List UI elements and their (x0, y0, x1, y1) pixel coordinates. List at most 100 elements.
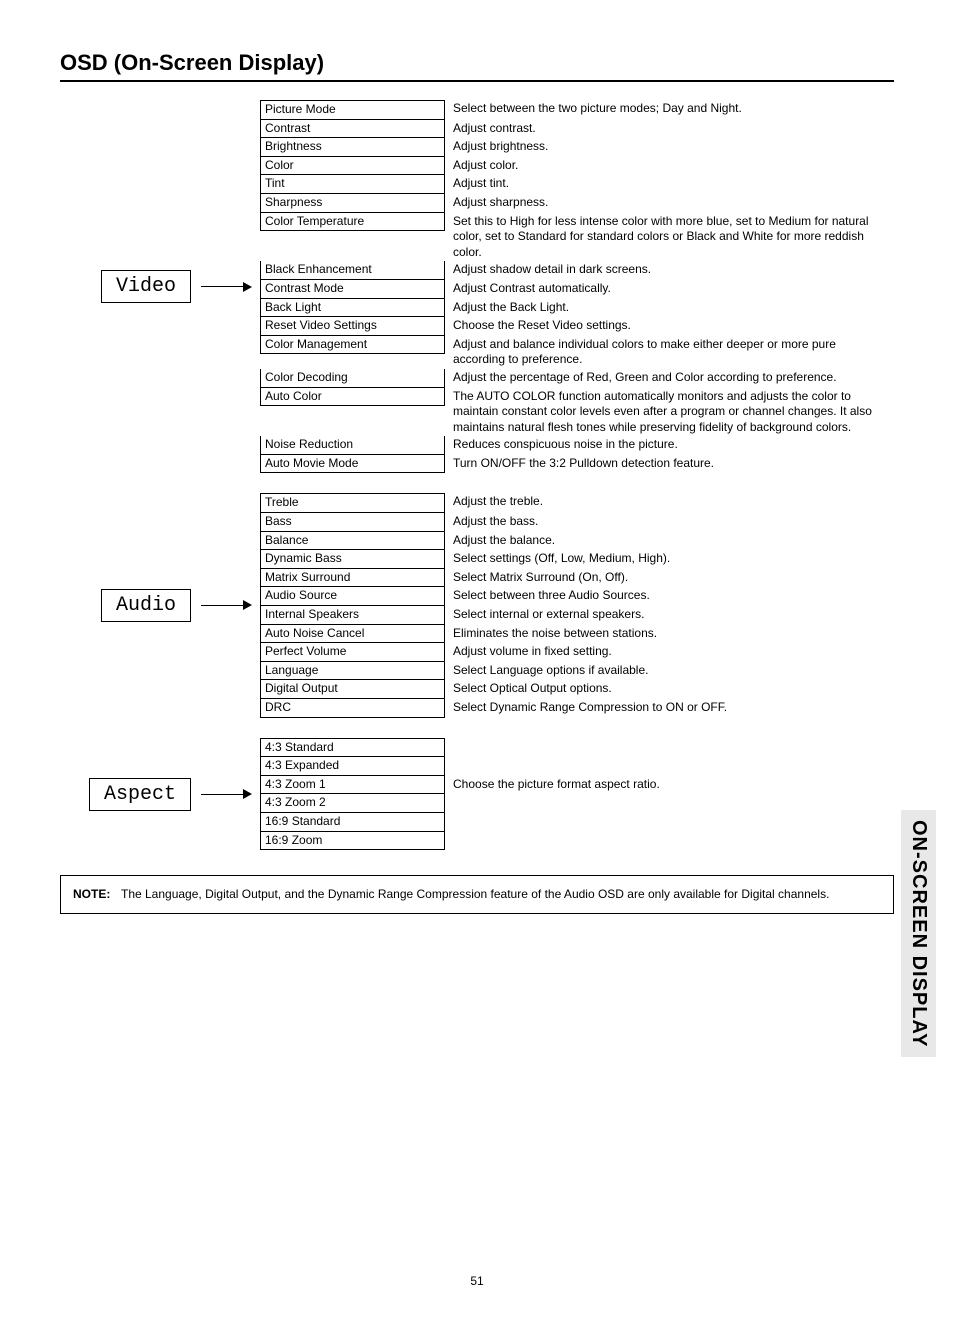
menu-term: Bass (260, 513, 445, 532)
menu-row: Auto ColorThe AUTO COLOR function automa… (260, 388, 894, 437)
menu-description: Choose the picture format aspect ratio. (445, 776, 894, 794)
menu-row: Dynamic BassSelect settings (Off, Low, M… (260, 550, 894, 569)
note-box: NOTE: The Language, Digital Output, and … (60, 875, 894, 914)
menu-description: Adjust and balance individual colors to … (445, 336, 894, 369)
menu-description: Adjust color. (445, 157, 894, 175)
menu-term: 4:3 Expanded (260, 757, 445, 776)
menu-term: Perfect Volume (260, 643, 445, 662)
menu-row: SharpnessAdjust sharpness. (260, 194, 894, 213)
menu-term: Color (260, 157, 445, 176)
menu-term: Dynamic Bass (260, 550, 445, 569)
menu-row: 4:3 Standard (260, 738, 894, 758)
section-video: VideoPicture ModeSelect between the two … (60, 100, 894, 473)
menu-description: Adjust the balance. (445, 532, 894, 550)
menu-term: Audio Source (260, 587, 445, 606)
menu-term: Tint (260, 175, 445, 194)
menu-term: Color Temperature (260, 213, 445, 232)
menu-row: BassAdjust the bass. (260, 513, 894, 532)
menu-description: Adjust the Back Light. (445, 299, 894, 317)
menu-row: LanguageSelect Language options if avail… (260, 662, 894, 681)
menu-row: Auto Movie ModeTurn ON/OFF the 3:2 Pulld… (260, 455, 894, 474)
category-label: Video (101, 270, 191, 303)
menu-row: TintAdjust tint. (260, 175, 894, 194)
note-label: NOTE: (73, 886, 121, 903)
menu-description: Adjust the percentage of Red, Green and … (445, 369, 894, 387)
menu-description: Eliminates the noise between stations. (445, 625, 894, 643)
menu-description: Select settings (Off, Low, Medium, High)… (445, 550, 894, 568)
menu-row: 4:3 Zoom 1Choose the picture format aspe… (260, 776, 894, 795)
menu-description: Choose the Reset Video settings. (445, 317, 894, 335)
menu-term: Contrast (260, 120, 445, 139)
page-title: OSD (On-Screen Display) (60, 50, 894, 82)
menu-term: 4:3 Zoom 1 (260, 776, 445, 795)
page-number: 51 (60, 1274, 894, 1288)
menu-row: Color ManagementAdjust and balance indiv… (260, 336, 894, 369)
menu-row: Contrast ModeAdjust Contrast automatical… (260, 280, 894, 299)
menu-term: 4:3 Standard (260, 738, 445, 758)
menu-row: Internal SpeakersSelect internal or exte… (260, 606, 894, 625)
menu-row: BrightnessAdjust brightness. (260, 138, 894, 157)
menu-description: Adjust shadow detail in dark screens. (445, 261, 894, 279)
menu-description: Turn ON/OFF the 3:2 Pulldown detection f… (445, 455, 894, 473)
menu-term: 16:9 Standard (260, 813, 445, 832)
menu-row: Auto Noise CancelEliminates the noise be… (260, 625, 894, 644)
menu-row: Back LightAdjust the Back Light. (260, 299, 894, 318)
menu-term: Noise Reduction (260, 436, 445, 455)
menu-term: Back Light (260, 299, 445, 318)
menu-term: DRC (260, 699, 445, 718)
menu-term: Auto Color (260, 388, 445, 407)
menu-term: 4:3 Zoom 2 (260, 794, 445, 813)
menu-description: Adjust Contrast automatically. (445, 280, 894, 298)
arrow-icon (201, 282, 252, 292)
menu-term: Matrix Surround (260, 569, 445, 588)
menu-row: TrebleAdjust the treble. (260, 493, 894, 513)
section-audio: AudioTrebleAdjust the treble.BassAdjust … (60, 493, 894, 717)
menu-term: Auto Movie Mode (260, 455, 445, 474)
menu-row: BalanceAdjust the balance. (260, 532, 894, 551)
menu-description: Select internal or external speakers. (445, 606, 894, 624)
menu-row: Color DecodingAdjust the percentage of R… (260, 369, 894, 388)
menu-row: 16:9 Standard (260, 813, 894, 832)
menu-description: Select Optical Output options. (445, 680, 894, 698)
menu-description (445, 738, 894, 740)
menu-description: Adjust the treble. (445, 493, 894, 511)
menu-description: Adjust brightness. (445, 138, 894, 156)
menu-term: Digital Output (260, 680, 445, 699)
menu-description: Adjust contrast. (445, 120, 894, 138)
side-tab: ON-SCREEN DISPLAY (901, 810, 936, 1057)
menu-row: Digital OutputSelect Optical Output opti… (260, 680, 894, 699)
menu-description: Adjust sharpness. (445, 194, 894, 212)
menu-term: Treble (260, 493, 445, 513)
arrow-icon (201, 600, 252, 610)
category-label: Aspect (89, 778, 191, 811)
menu-row: Audio SourceSelect between three Audio S… (260, 587, 894, 606)
menu-term: Reset Video Settings (260, 317, 445, 336)
menu-row: 4:3 Expanded (260, 757, 894, 776)
menu-term: 16:9 Zoom (260, 832, 445, 851)
section-aspect: Aspect 4:3 Standard4:3 Expanded4:3 Zoom 1… (60, 738, 894, 851)
menu-description: The AUTO COLOR function automatically mo… (445, 388, 894, 437)
menu-row: Color TemperatureSet this to High for le… (260, 213, 894, 262)
menu-term: Language (260, 662, 445, 681)
menu-row: 16:9 Zoom (260, 832, 894, 851)
menu-term: Color Decoding (260, 369, 445, 388)
menu-description: Reduces conspicuous noise in the picture… (445, 436, 894, 454)
menu-row: Reset Video SettingsChoose the Reset Vid… (260, 317, 894, 336)
menu-row: 4:3 Zoom 2 (260, 794, 894, 813)
menu-description: Select Language options if available. (445, 662, 894, 680)
menu-row: Noise ReductionReduces conspicuous noise… (260, 436, 894, 455)
menu-description: Adjust tint. (445, 175, 894, 193)
menu-term: Contrast Mode (260, 280, 445, 299)
menu-description: Adjust the bass. (445, 513, 894, 531)
menu-description (445, 813, 894, 815)
menu-term: Internal Speakers (260, 606, 445, 625)
menu-term: Black Enhancement (260, 261, 445, 280)
menu-row: ColorAdjust color. (260, 157, 894, 176)
menu-term: Picture Mode (260, 100, 445, 120)
menu-description: Select Matrix Surround (On, Off). (445, 569, 894, 587)
menu-term: Auto Noise Cancel (260, 625, 445, 644)
menu-row: Perfect VolumeAdjust volume in fixed set… (260, 643, 894, 662)
menu-term: Balance (260, 532, 445, 551)
menu-term: Color Management (260, 336, 445, 355)
arrow-icon (201, 789, 252, 799)
